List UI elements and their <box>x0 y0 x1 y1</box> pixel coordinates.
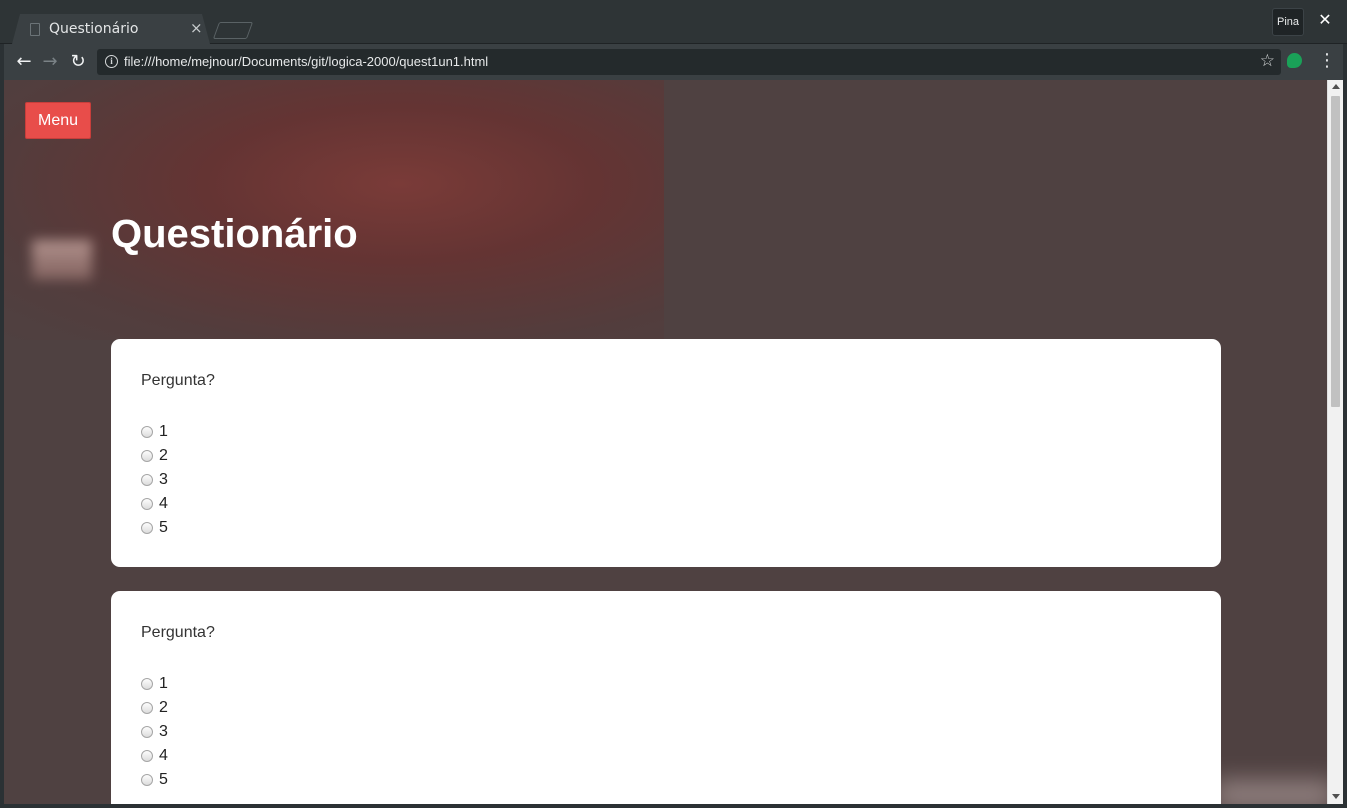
answer-option[interactable]: 5 <box>141 516 1191 540</box>
background-glow <box>1214 780 1327 804</box>
header-background-image <box>4 80 664 340</box>
page-icon <box>30 23 40 36</box>
extension-icon[interactable] <box>1287 53 1302 68</box>
option-label: 1 <box>159 423 168 440</box>
option-label: 2 <box>159 447 168 464</box>
radio-button[interactable] <box>141 474 153 486</box>
option-label: 2 <box>159 699 168 716</box>
answer-option[interactable]: 1 <box>141 672 1191 696</box>
scrollbar-thumb[interactable] <box>1331 96 1340 407</box>
option-label: 1 <box>159 675 168 692</box>
answer-option[interactable]: 2 <box>141 444 1191 468</box>
radio-button[interactable] <box>141 498 153 510</box>
option-label: 4 <box>159 747 168 764</box>
question-text: Pergunta? <box>141 624 215 641</box>
info-icon[interactable]: i <box>105 55 118 68</box>
answer-option[interactable]: 5 <box>141 768 1191 792</box>
scroll-down-arrow-icon[interactable] <box>1332 794 1340 799</box>
browser-tab[interactable]: Questionário × <box>12 14 210 44</box>
vertical-scrollbar[interactable] <box>1327 80 1343 804</box>
back-arrow-icon[interactable]: ← <box>12 50 36 74</box>
question-card: Pergunta? 1 2 3 4 5 <box>111 591 1221 804</box>
answer-option[interactable]: 4 <box>141 492 1191 516</box>
option-label: 4 <box>159 495 168 512</box>
radio-button[interactable] <box>141 450 153 462</box>
option-label: 5 <box>159 519 168 536</box>
page-title: Questionário <box>111 212 358 256</box>
forward-arrow-icon[interactable]: → <box>38 50 62 74</box>
menu-button[interactable]: Menu <box>25 102 91 139</box>
radio-button[interactable] <box>141 726 153 738</box>
answer-option[interactable]: 4 <box>141 744 1191 768</box>
scroll-up-arrow-icon[interactable] <box>1332 84 1340 89</box>
answer-option[interactable]: 3 <box>141 720 1191 744</box>
browser-titlebar: Questionário × Pina ✕ <box>0 0 1347 44</box>
question-card: Pergunta? 1 2 3 4 5 <box>111 339 1221 567</box>
pin-button[interactable]: Pina <box>1272 8 1304 36</box>
radio-button[interactable] <box>141 702 153 714</box>
radio-button[interactable] <box>141 426 153 438</box>
option-label: 3 <box>159 471 168 488</box>
question-text: Pergunta? <box>141 372 215 389</box>
answer-option[interactable]: 2 <box>141 696 1191 720</box>
tab-title: Questionário <box>49 21 139 37</box>
new-tab-button[interactable] <box>212 22 254 39</box>
radio-button[interactable] <box>141 750 153 762</box>
reload-icon[interactable]: ↻ <box>66 50 90 74</box>
option-label: 5 <box>159 771 168 788</box>
bookmark-star-icon[interactable]: ☆ <box>1260 51 1275 71</box>
browser-toolbar: ← → ↻ i file:///home/mejnour/Documents/g… <box>4 44 1343 80</box>
page-viewport: Menu Questionário Pergunta? 1 2 3 4 5 Pe… <box>4 80 1327 804</box>
address-bar[interactable]: i file:///home/mejnour/Documents/git/log… <box>97 49 1281 75</box>
answer-option[interactable]: 3 <box>141 468 1191 492</box>
radio-button[interactable] <box>141 774 153 786</box>
answer-option[interactable]: 1 <box>141 420 1191 444</box>
browser-menu-icon[interactable]: ⋮ <box>1318 50 1336 72</box>
radio-button[interactable] <box>141 522 153 534</box>
radio-button[interactable] <box>141 678 153 690</box>
background-highlight <box>32 240 92 280</box>
tab-close-icon[interactable]: × <box>190 19 203 37</box>
option-label: 3 <box>159 723 168 740</box>
close-window-icon[interactable]: ✕ <box>1316 10 1334 32</box>
url-text[interactable]: file:///home/mejnour/Documents/git/logic… <box>124 54 488 69</box>
